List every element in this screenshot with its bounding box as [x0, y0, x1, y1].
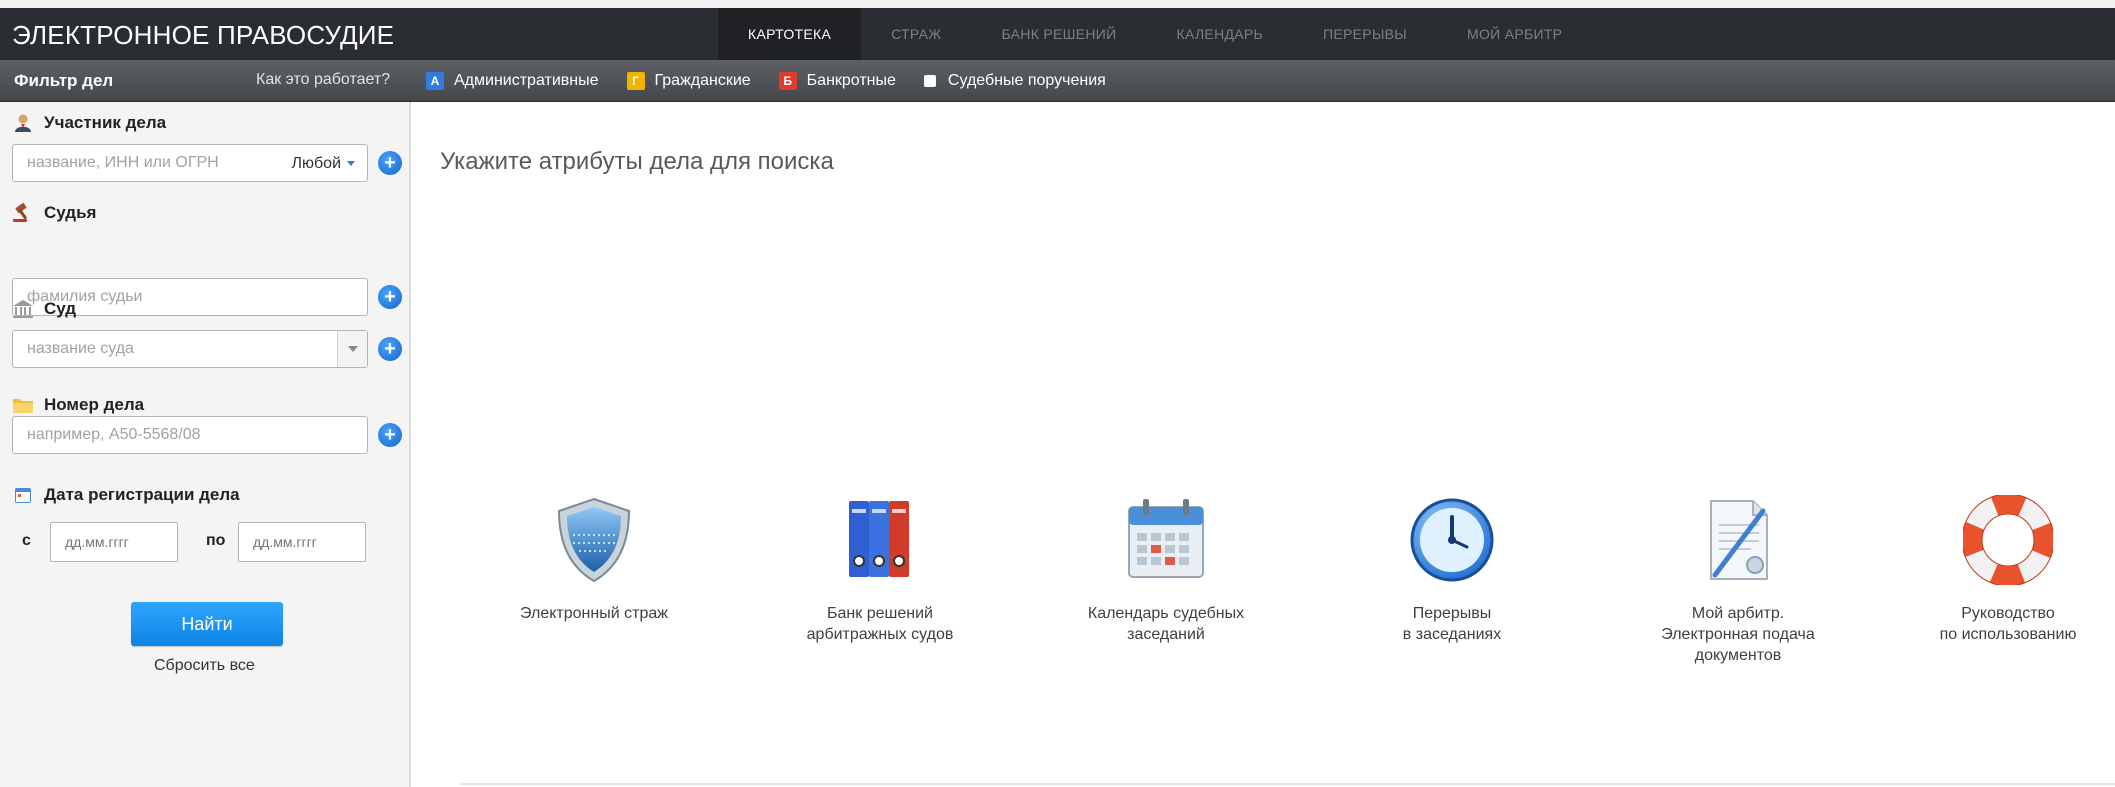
tile-label: Электронный страж — [520, 605, 668, 622]
tile-label: Мой арбитр. Электронная подача документо… — [1661, 605, 1815, 664]
nav-item-moy-arbitr[interactable]: МОЙ АРБИТР — [1437, 8, 1592, 60]
case-number-label-text: Номер дела — [44, 395, 145, 414]
add-judge-button[interactable]: + — [378, 285, 402, 309]
date-from-input[interactable] — [51, 523, 177, 561]
participant-field[interactable]: Любой — [12, 144, 368, 182]
category-administrative[interactable]: А Административные — [426, 72, 599, 90]
participant-label-text: Участник дела — [44, 113, 167, 132]
nav-item-strazh[interactable]: СТРАЖ — [861, 8, 971, 60]
calendar-icon — [1121, 495, 1211, 585]
tile-hearing-breaks[interactable]: Перерывы в заседаниях — [1322, 495, 1582, 645]
court-dropdown-button[interactable] — [337, 331, 367, 367]
find-button[interactable]: Найти — [131, 602, 283, 646]
category-label: Судебные поручения — [947, 72, 1106, 89]
folders-icon — [835, 495, 925, 585]
participant-label: Участник дела — [12, 112, 166, 134]
court-label-text: Суд — [44, 299, 77, 318]
nav-item-bank-resheniy[interactable]: БАНК РЕШЕНИЙ — [971, 8, 1146, 60]
shield-icon — [549, 495, 639, 585]
category-label: Банкротные — [806, 72, 896, 89]
checkbox-icon — [923, 75, 936, 87]
gavel-icon — [12, 202, 34, 224]
tile-label: Банк решений арбитражных судов — [806, 605, 954, 643]
date-to-input[interactable] — [239, 523, 365, 561]
nav-item-pereryvy[interactable]: ПЕРЕРЫВЫ — [1293, 8, 1437, 60]
case-number-label: Номер дела — [12, 394, 144, 416]
participant-role-select[interactable]: Любой — [291, 155, 355, 173]
person-icon — [12, 112, 34, 134]
administrative-icon: А — [426, 72, 444, 90]
reg-date-label: Дата регистрации дела — [12, 484, 240, 506]
date-to-field[interactable] — [238, 522, 366, 562]
add-case-number-button[interactable]: + — [378, 423, 402, 447]
site-brand[interactable]: ЭЛЕКТРОННОЕ ПРАВОСУДИЕ — [12, 20, 394, 51]
reg-date-label-text: Дата регистрации дела — [44, 485, 240, 504]
tile-electronic-guard[interactable]: Электронный страж — [464, 495, 724, 624]
case-number-input[interactable] — [13, 417, 367, 453]
bankruptcy-icon: Б — [778, 72, 797, 90]
nav-item-kartoteka[interactable]: КАРТОТЕКА — [718, 8, 862, 60]
date-from-label: с — [22, 532, 31, 549]
category-label: Административные — [454, 72, 599, 89]
caret-down-icon — [347, 161, 355, 167]
calendar-small-icon — [12, 484, 34, 506]
court-label: Суд — [12, 298, 76, 320]
category-civil[interactable]: Г Гражданские — [626, 72, 751, 90]
page-title: Укажите атрибуты дела для поиска — [440, 148, 834, 175]
page: ЭЛЕКТРОННОЕ ПРАВОСУДИЕ КАРТОТЕКА СТРАЖ Б… — [0, 0, 2115, 787]
tile-decisions-bank[interactable]: Банк решений арбитражных судов — [750, 495, 1010, 645]
filter-title: Фильтр дел — [14, 71, 114, 90]
add-court-button[interactable]: + — [378, 337, 402, 361]
filter-sidebar: Участник дела Любой + Судья + Суд — [0, 102, 411, 787]
document-pen-icon — [1693, 495, 1783, 585]
clock-icon — [1407, 495, 1497, 585]
case-categories: А Административные Г Гражданские Б Банкр… — [426, 68, 1134, 94]
tile-my-arbitr[interactable]: Мой арбитр. Электронная подача документо… — [1608, 495, 1868, 666]
court-field[interactable] — [12, 330, 368, 368]
tile-label: Руководство по использованию — [1939, 605, 2077, 643]
nav-item-kalendar[interactable]: КАЛЕНДАРЬ — [1147, 8, 1293, 60]
tile-label: Календарь судебных заседаний — [1087, 605, 1245, 643]
caret-down-icon — [347, 346, 358, 352]
case-number-field[interactable] — [12, 416, 368, 454]
category-label: Гражданские — [654, 72, 751, 89]
main-nav: КАРТОТЕКА СТРАЖ БАНК РЕШЕНИЙ КАЛЕНДАРЬ П… — [718, 8, 1592, 60]
bottom-divider — [460, 783, 2115, 785]
category-court-orders[interactable]: Судебные поручения — [923, 72, 1106, 90]
category-bankruptcy[interactable]: Б Банкротные — [778, 72, 896, 90]
judge-label-text: Судья — [44, 203, 97, 222]
courthouse-icon — [12, 298, 34, 320]
how-it-works-link[interactable]: Как это работает? — [256, 71, 390, 89]
date-to-label: по — [206, 532, 226, 549]
civil-icon: Г — [626, 72, 645, 90]
filter-bar: Фильтр дел Как это работает? А Администр… — [0, 60, 2115, 102]
date-from-field[interactable] — [50, 522, 178, 562]
tile-court-calendar[interactable]: Календарь судебных заседаний — [1036, 495, 1296, 645]
tile-user-guide[interactable]: Руководство по использованию — [1878, 493, 2115, 645]
tile-label: Перерывы в заседаниях — [1402, 605, 1502, 643]
lifebuoy-icon — [1961, 493, 2055, 587]
folder-icon — [12, 394, 34, 416]
participant-role-value: Любой — [291, 155, 342, 172]
top-header: ЭЛЕКТРОННОЕ ПРАВОСУДИЕ КАРТОТЕКА СТРАЖ Б… — [0, 0, 2115, 60]
reset-all-link[interactable]: Сбросить все — [154, 657, 255, 675]
judge-label: Судья — [12, 202, 96, 224]
date-range: с по — [20, 522, 400, 562]
add-participant-button[interactable]: + — [378, 151, 402, 175]
court-input[interactable] — [13, 331, 367, 367]
